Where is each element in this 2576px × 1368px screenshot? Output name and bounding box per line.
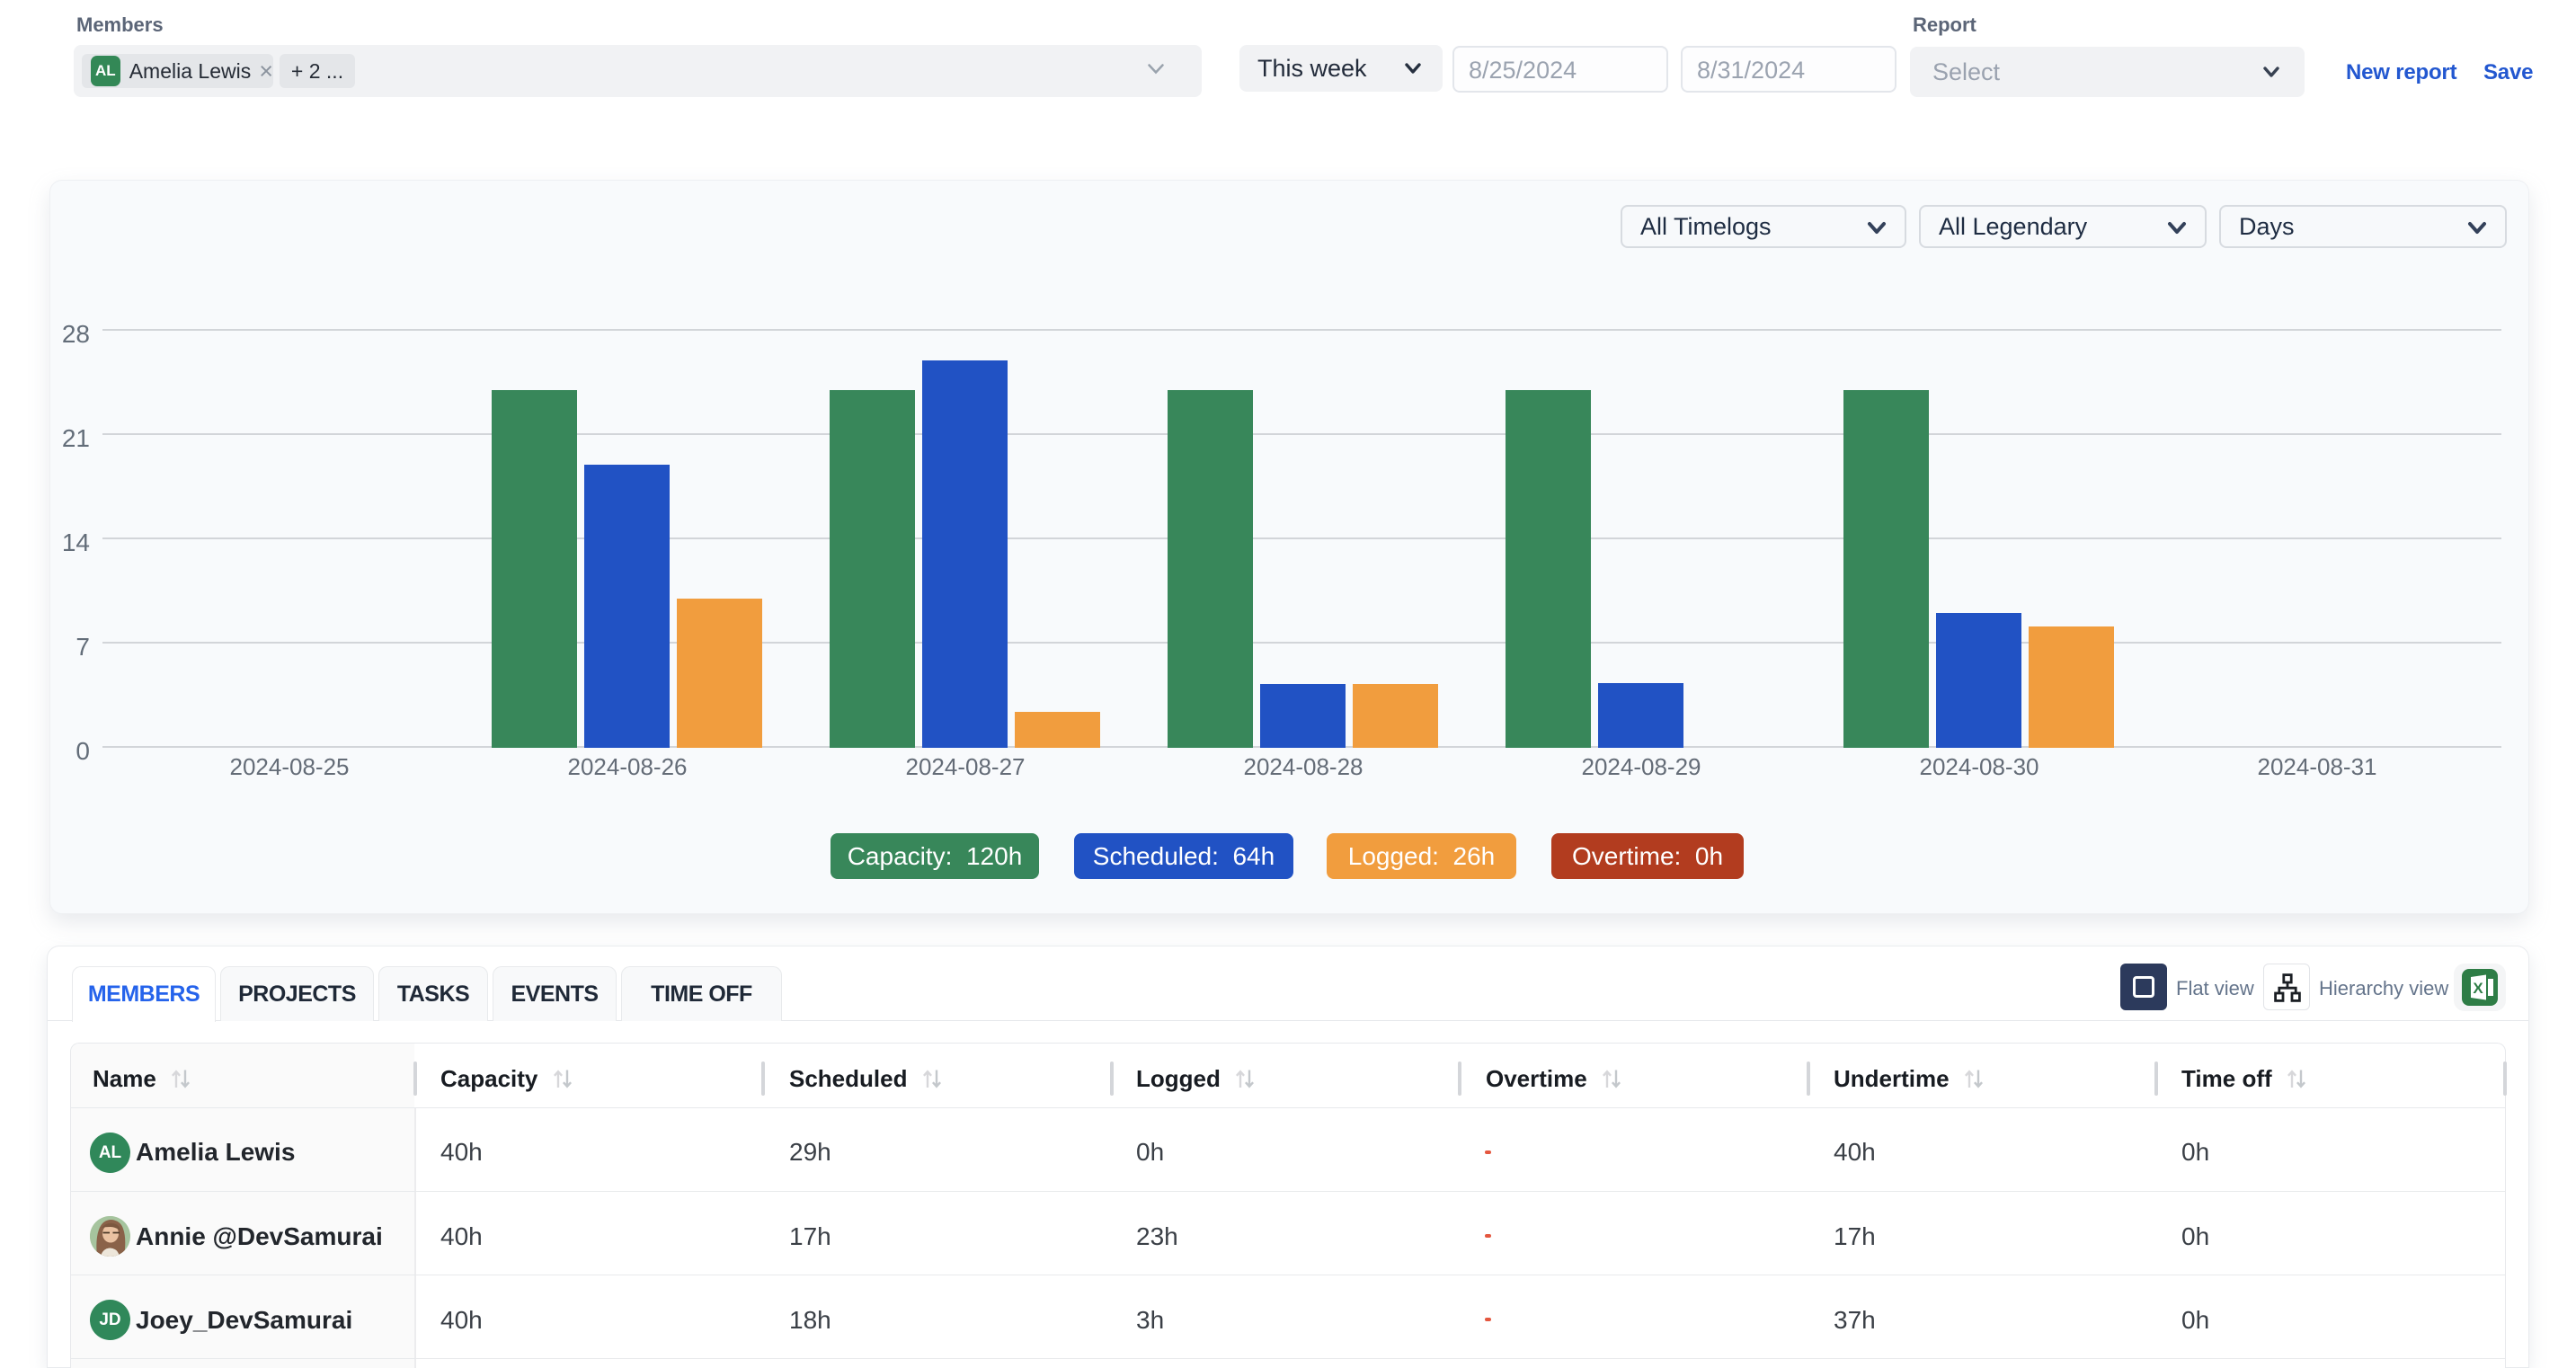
svg-text:X: X	[2473, 980, 2483, 997]
